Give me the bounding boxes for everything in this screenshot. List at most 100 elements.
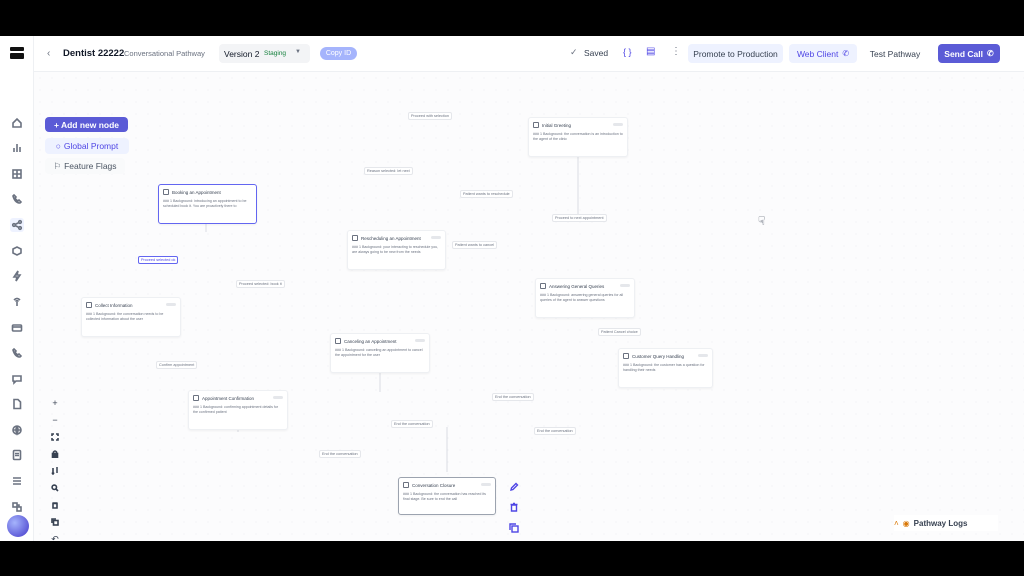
- zoom-in-icon[interactable]: +: [50, 398, 60, 408]
- node-body: ### 1 Background: your interacting to re…: [352, 245, 439, 254]
- edge-label[interactable]: Proceed selected ok: [138, 256, 179, 264]
- node-body: ### 1 Background: the conversation has r…: [403, 492, 486, 501]
- node-tag: [481, 483, 491, 486]
- signal-icon[interactable]: [10, 295, 24, 309]
- edge-label[interactable]: Patient wants to cancel: [452, 241, 498, 249]
- duplicate-icon[interactable]: [508, 522, 520, 534]
- more-vertical-icon[interactable]: ⋮: [671, 46, 681, 57]
- file-icon[interactable]: [10, 397, 24, 411]
- hand-cursor-icon: ☟: [758, 214, 766, 228]
- version-selector[interactable]: Version 2 Staging ▼: [219, 44, 310, 63]
- add-node-button[interactable]: + Add new node: [45, 117, 128, 132]
- call-icon[interactable]: [10, 346, 24, 360]
- test-pathway-button[interactable]: Test Pathway: [862, 44, 928, 63]
- chart-icon[interactable]: [10, 141, 24, 155]
- node-tag: [431, 236, 441, 239]
- edge-label[interactable]: Confirm appointment: [156, 361, 198, 369]
- feature-flags-label: Feature Flags: [64, 161, 117, 171]
- global-prompt-label: Global Prompt: [63, 141, 119, 151]
- phone-icon[interactable]: [10, 192, 24, 206]
- box-icon[interactable]: [10, 244, 24, 258]
- table-icon[interactable]: [10, 167, 24, 181]
- node-initial-greeting[interactable]: Initial Greeting ### 1 Background: the c…: [528, 117, 628, 157]
- pathway-logs-button[interactable]: ˄ ◉ Pathway Logs: [894, 515, 998, 531]
- edge-label[interactable]: End the conversation: [534, 427, 576, 435]
- node-header: Rescheduling an Appointment: [352, 235, 421, 241]
- node-customer-query[interactable]: Customer Query Handling ### 1 Background…: [618, 348, 713, 388]
- doc-icon[interactable]: [10, 448, 24, 462]
- edge-label[interactable]: Patient wants to reschedule: [460, 190, 513, 198]
- pathway-logs-label: Pathway Logs: [913, 518, 968, 528]
- node-type-icon: [623, 353, 629, 359]
- edge-label[interactable]: End the conversation: [492, 393, 534, 401]
- node-title: Initial Greeting: [542, 122, 572, 128]
- edge-label[interactable]: End the conversation: [319, 450, 361, 458]
- edge-label[interactable]: Proceed selected: book it: [236, 280, 285, 288]
- layout-icon[interactable]: ▤: [646, 46, 655, 57]
- node-appointment-confirmation[interactable]: Appointment Confirmation ### 1 Backgroun…: [188, 390, 288, 430]
- copy-icon[interactable]: [50, 517, 60, 527]
- search-icon[interactable]: [50, 483, 60, 493]
- node-answering-queries[interactable]: Answering General Queries ### 1 Backgrou…: [535, 278, 635, 318]
- web-client-button[interactable]: Web Client ✆: [789, 44, 857, 63]
- node-conversation-closure[interactable]: Conversation Closure ### 1 Background: t…: [398, 477, 496, 515]
- node-booking-appointment[interactable]: Booking an Appointment ### 1 Background:…: [158, 184, 257, 224]
- sort-icon[interactable]: [50, 466, 60, 476]
- pathway-type: Conversational Pathway: [124, 49, 205, 58]
- pencil-icon[interactable]: [508, 481, 520, 493]
- node-rescheduling-appointment[interactable]: Rescheduling an Appointment ### 1 Backgr…: [347, 230, 446, 270]
- feature-flags-button[interactable]: ⚐ Feature Flags: [45, 158, 125, 174]
- node-tag: [620, 284, 630, 287]
- back-chevron-icon[interactable]: ‹: [47, 48, 50, 59]
- edge-label[interactable]: Proceed with selection: [408, 112, 452, 120]
- saved-check-icon: ✓: [570, 47, 578, 57]
- code-icon[interactable]: { }: [623, 47, 632, 57]
- node-tag: [273, 396, 283, 399]
- node-title: Answering General Queries: [549, 283, 605, 289]
- bolt-icon[interactable]: [10, 269, 24, 283]
- logs-icon: ◉: [902, 518, 910, 528]
- undo-icon[interactable]: ↶: [50, 534, 60, 542]
- card-icon[interactable]: [10, 321, 24, 335]
- copy-id-button[interactable]: Copy ID: [320, 47, 357, 60]
- node-tag: [698, 354, 708, 357]
- pathway-canvas[interactable]: + Add new node ○ Global Prompt ⚐ Feature…: [34, 72, 1024, 541]
- node-title: Rescheduling an Appointment: [361, 235, 421, 241]
- zoom-out-icon[interactable]: −: [50, 415, 60, 425]
- share-icon[interactable]: [10, 218, 24, 232]
- list-icon[interactable]: [10, 474, 24, 488]
- edge-label[interactable]: Reason selected: let next: [364, 167, 413, 175]
- globe-icon: ○: [55, 141, 61, 151]
- edge-label[interactable]: Proceed to next appointment: [552, 214, 607, 222]
- puzzle-icon[interactable]: [10, 500, 24, 514]
- node-canceling-appointment[interactable]: Canceling an Appointment ### 1 Backgroun…: [330, 333, 430, 373]
- node-tag: [613, 123, 623, 126]
- node-body: ### 1 Background: introducing an appoint…: [163, 199, 247, 208]
- home-icon[interactable]: [10, 116, 24, 130]
- promote-production-button[interactable]: Promote to Production: [688, 44, 783, 63]
- trash-icon[interactable]: [508, 501, 520, 513]
- flag-icon: ⚐: [53, 160, 62, 171]
- node-type-icon: [193, 395, 199, 401]
- node-body: ### 1 Background: answering general quer…: [540, 293, 624, 302]
- node-type-icon: [86, 302, 92, 308]
- node-body: ### 1 Background: the customer has a que…: [623, 363, 705, 372]
- fit-view-icon[interactable]: [50, 432, 60, 442]
- globe-icon[interactable]: [10, 423, 24, 437]
- send-call-button[interactable]: Send Call ✆: [938, 44, 1000, 63]
- lock-icon[interactable]: [50, 449, 60, 459]
- avatar[interactable]: [7, 515, 29, 537]
- edge-label[interactable]: End the conversation: [391, 420, 433, 428]
- trash-icon[interactable]: [50, 500, 60, 510]
- version-status-badge: Staging: [264, 50, 287, 57]
- node-header: Canceling an Appointment: [335, 338, 397, 344]
- global-prompt-button[interactable]: ○ Global Prompt: [45, 138, 129, 154]
- node-collect-information[interactable]: Collect Information ### 1 Background: th…: [81, 297, 181, 337]
- send-call-label: Send Call: [944, 48, 984, 59]
- chat-icon[interactable]: [10, 372, 24, 386]
- logo-icon[interactable]: [9, 45, 25, 61]
- node-type-icon: [403, 482, 409, 488]
- edge-label[interactable]: Patient Cancel choice: [598, 328, 641, 336]
- version-label: Version 2: [224, 49, 260, 59]
- node-header: Appointment Confirmation: [193, 395, 254, 401]
